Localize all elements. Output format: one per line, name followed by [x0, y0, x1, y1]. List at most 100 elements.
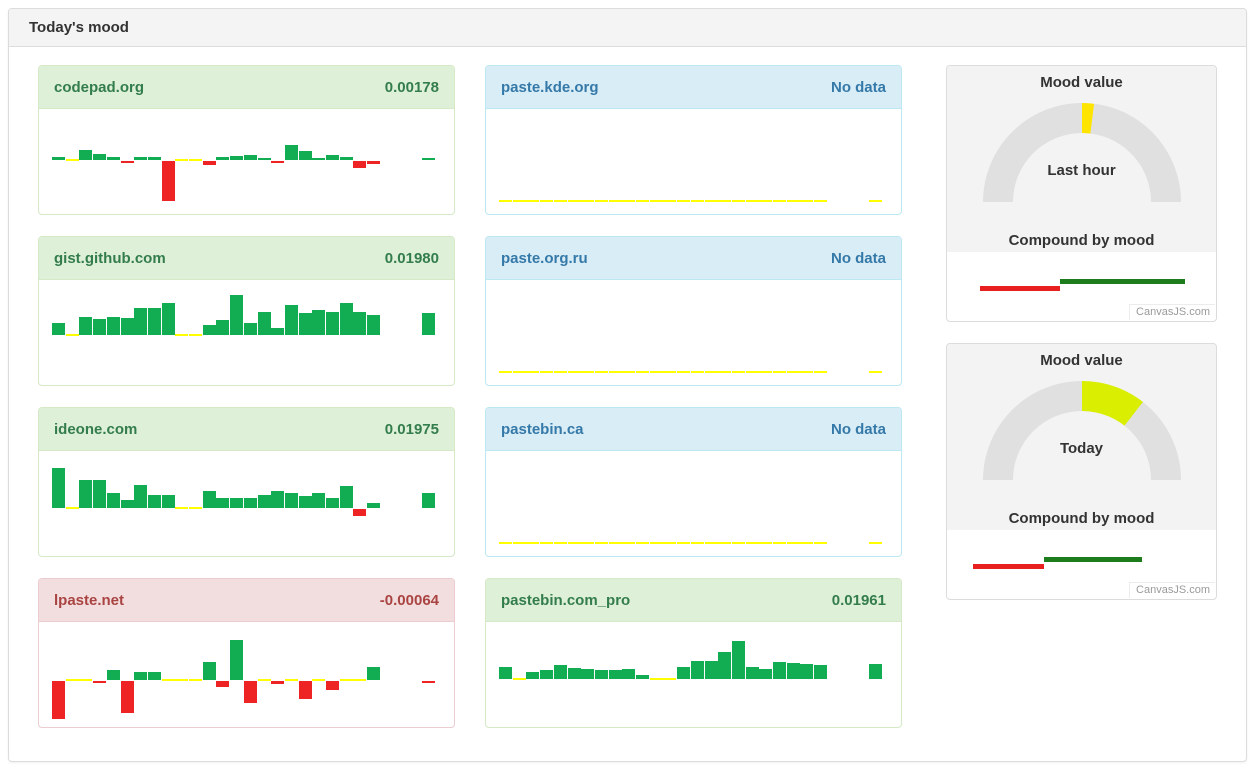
positive-bar	[422, 158, 435, 160]
zero-marker	[650, 542, 663, 544]
zero-marker	[691, 200, 704, 202]
site-mood-value: -0.00064	[380, 592, 439, 609]
sites-column-2: paste.kde.orgNo datapaste.org.ruNo datap…	[485, 65, 902, 749]
compound-negative-bar	[980, 286, 1060, 291]
positive-bar	[299, 151, 312, 160]
positive-bar	[540, 670, 553, 679]
positive-bar	[93, 154, 106, 160]
zero-marker	[869, 542, 882, 544]
zero-marker	[540, 371, 553, 373]
positive-bar	[353, 312, 366, 335]
zero-marker	[526, 371, 539, 373]
zero-marker	[66, 507, 79, 509]
canvasjs-watermark[interactable]: CanvasJS.com	[1129, 582, 1215, 598]
zero-marker	[258, 679, 271, 681]
positive-bar	[340, 157, 353, 160]
mood-bar-chart	[39, 280, 454, 384]
positive-bar	[800, 664, 813, 679]
zero-marker	[622, 200, 635, 202]
site-panel-lpaste-net: lpaste.net-0.00064	[38, 578, 455, 728]
negative-bar	[121, 681, 134, 713]
zero-marker	[800, 200, 813, 202]
positive-bar	[148, 672, 161, 680]
zero-marker	[175, 507, 188, 509]
zero-marker	[285, 679, 298, 681]
zero-marker	[663, 542, 676, 544]
zero-marker	[677, 200, 690, 202]
mood-bar-chart	[486, 622, 901, 726]
negative-bar	[121, 161, 134, 163]
zero-marker	[513, 542, 526, 544]
mood-bar-chart	[39, 451, 454, 555]
zero-marker	[513, 678, 526, 680]
positive-bar	[107, 157, 120, 160]
mood-bar-chart	[486, 451, 901, 555]
zero-marker	[759, 542, 772, 544]
site-name: pastebin.com_pro	[501, 592, 630, 609]
positive-bar	[107, 493, 120, 508]
site-mood-value: 0.01980	[385, 250, 439, 267]
zero-marker	[705, 200, 718, 202]
zero-marker	[189, 159, 202, 161]
site-panel-codepad-org: codepad.org0.00178	[38, 65, 455, 215]
zero-marker	[746, 371, 759, 373]
negative-bar	[52, 681, 65, 719]
page-title: Today's mood	[29, 19, 129, 36]
zero-marker	[609, 200, 622, 202]
negative-bar	[326, 681, 339, 690]
zero-marker	[499, 200, 512, 202]
site-name: codepad.org	[54, 79, 144, 96]
site-panel-header: ideone.com0.01975	[39, 408, 454, 451]
site-panel-gist-github-com: gist.github.com0.01980	[38, 236, 455, 386]
zero-marker	[650, 678, 663, 680]
positive-bar	[148, 308, 161, 335]
positive-bar	[422, 493, 435, 508]
zero-marker	[66, 159, 79, 161]
positive-bar	[93, 319, 106, 335]
positive-bar	[216, 157, 229, 160]
zero-marker	[869, 371, 882, 373]
positive-bar	[258, 312, 271, 335]
mood-bar-chart	[39, 109, 454, 213]
zero-marker	[650, 371, 663, 373]
zero-marker	[732, 371, 745, 373]
zero-marker	[814, 371, 827, 373]
zero-marker	[581, 371, 594, 373]
zero-marker	[650, 200, 663, 202]
positive-bar	[312, 310, 325, 335]
negative-bar	[93, 681, 106, 683]
positive-bar	[595, 670, 608, 679]
zero-marker	[595, 542, 608, 544]
zero-marker	[691, 542, 704, 544]
positive-bar	[230, 156, 243, 160]
negative-bar	[353, 509, 366, 516]
gauge-period-label: Last hour	[947, 162, 1216, 179]
positive-bar	[422, 313, 435, 335]
zero-marker	[189, 334, 202, 336]
positive-bar	[326, 498, 339, 508]
negative-bar	[299, 681, 312, 699]
positive-bar	[814, 665, 827, 679]
zero-marker	[499, 542, 512, 544]
positive-bar	[759, 669, 772, 679]
sites-column-1: codepad.org0.00178 gist.github.com0.01980…	[38, 65, 455, 749]
zero-marker	[773, 371, 786, 373]
site-mood-value: 0.01961	[832, 592, 886, 609]
site-panel-header: codepad.org0.00178	[39, 66, 454, 109]
zero-marker	[663, 200, 676, 202]
zero-marker	[622, 542, 635, 544]
canvasjs-watermark[interactable]: CanvasJS.com	[1129, 304, 1215, 320]
gauge-chart-area: Mood valueLast hourCompound by mood	[947, 66, 1216, 252]
positive-bar	[79, 317, 92, 335]
zero-marker	[595, 371, 608, 373]
positive-bar	[526, 672, 539, 679]
site-name: paste.org.ru	[501, 250, 588, 267]
zero-marker	[800, 371, 813, 373]
zero-marker	[554, 200, 567, 202]
zero-marker	[175, 679, 188, 681]
positive-bar	[148, 157, 161, 160]
positive-bar	[568, 668, 581, 679]
gauge-chart-area: Mood valueTodayCompound by mood	[947, 344, 1216, 530]
positive-bar	[499, 667, 512, 679]
zero-marker	[787, 371, 800, 373]
